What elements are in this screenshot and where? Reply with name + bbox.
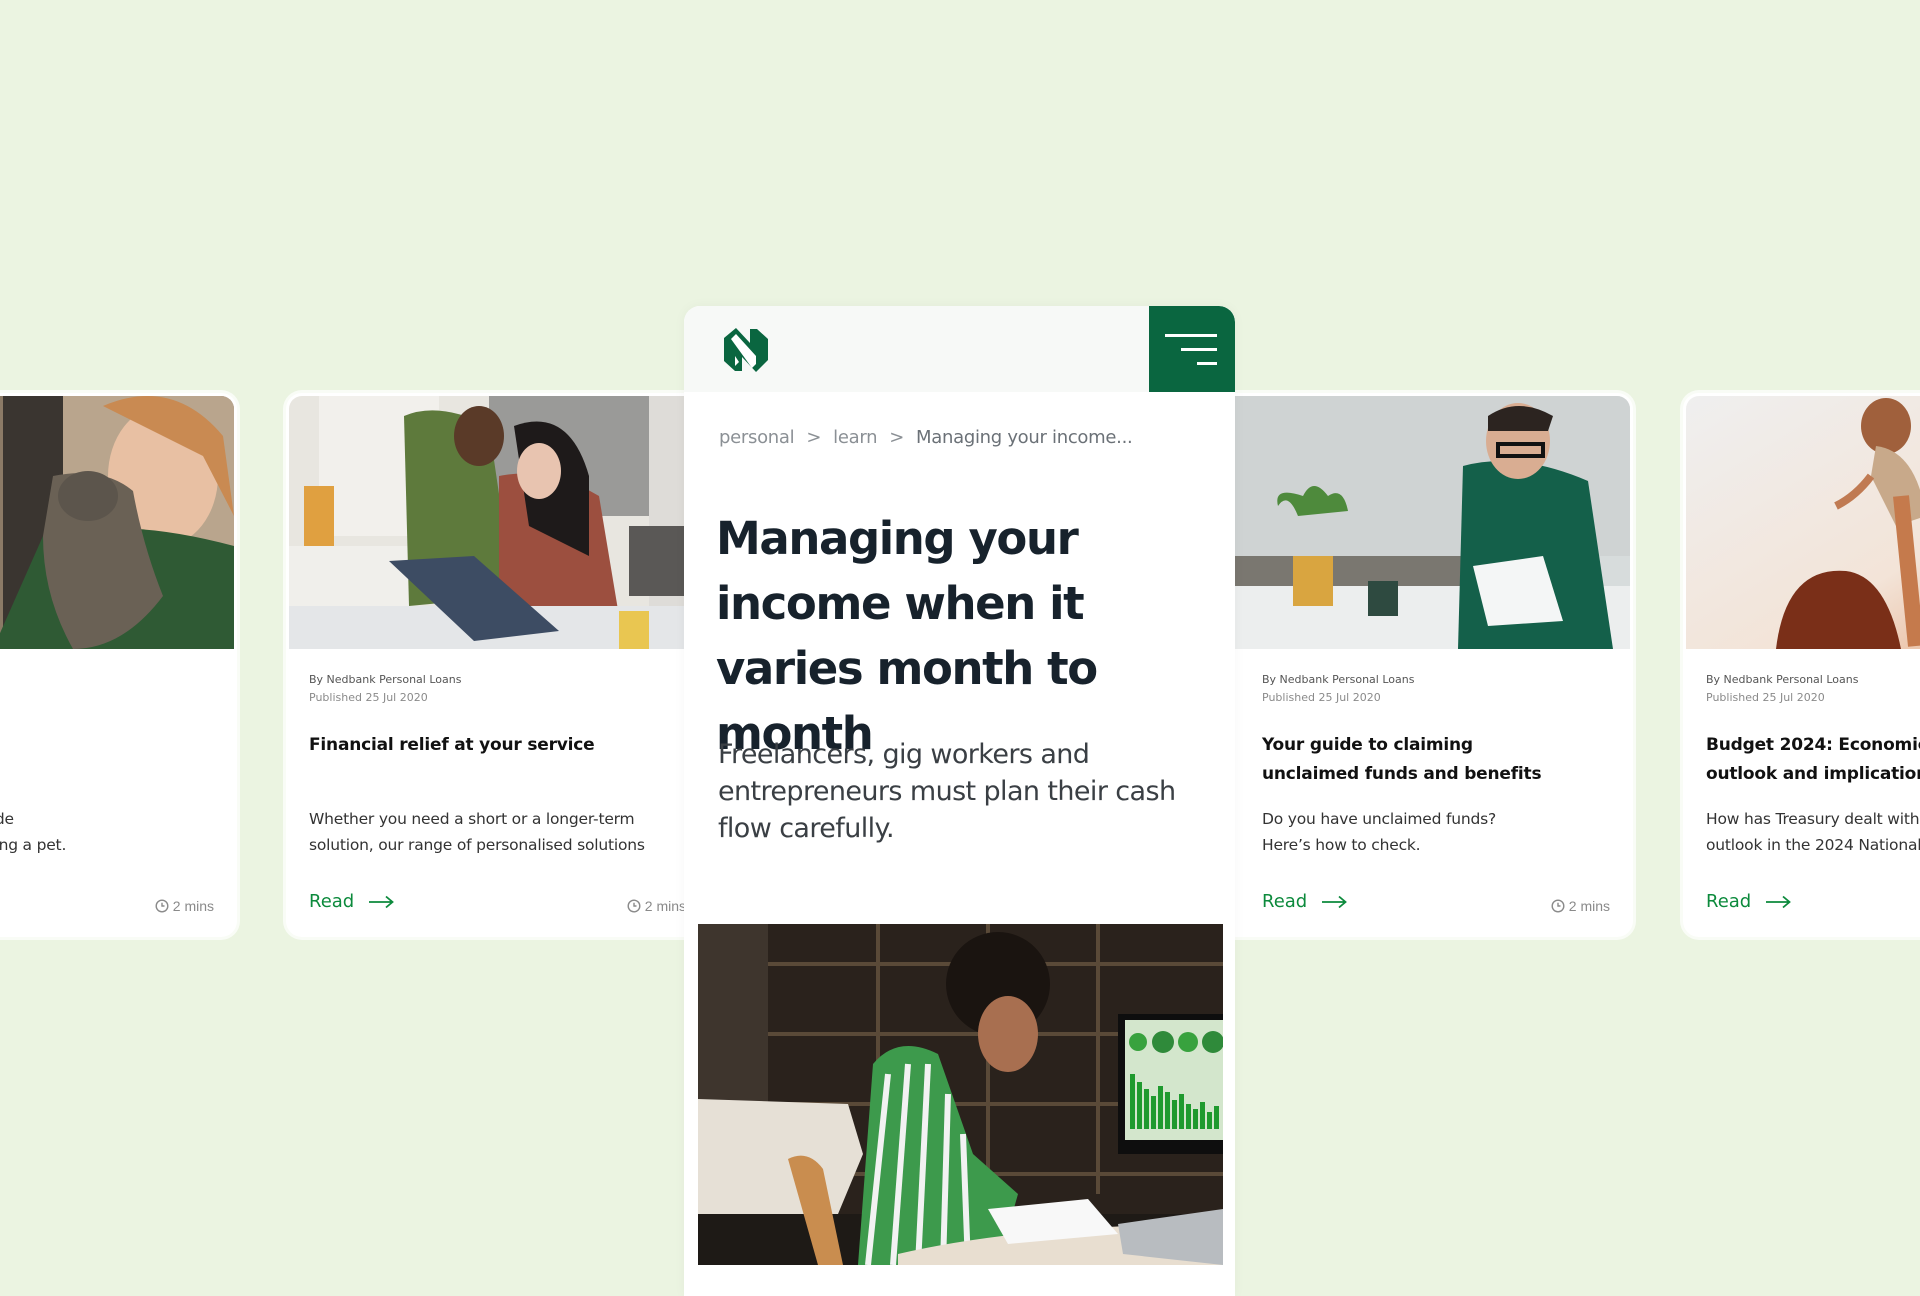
article-hero-image bbox=[698, 924, 1223, 1265]
card-title-line: Financial relief at your service bbox=[309, 735, 595, 755]
hamburger-menu-icon bbox=[1165, 334, 1217, 337]
card-description-line: solution, our range of personalised solu… bbox=[309, 836, 645, 854]
read-time-label: 2 mins bbox=[1568, 898, 1610, 914]
card-image-man-documents bbox=[1218, 396, 1630, 649]
card-image-mother-child bbox=[1686, 396, 1920, 649]
card-image-couple-laptop bbox=[289, 396, 703, 649]
card-title: How to account for pet healthcare bbox=[0, 731, 214, 789]
article-lede: Freelancers, gig workers and entrepreneu… bbox=[718, 739, 1176, 844]
site-header bbox=[684, 306, 1235, 392]
arrow-right-icon bbox=[1766, 895, 1792, 908]
clock-icon bbox=[155, 899, 169, 913]
breadcrumb: personal > learn > Managing your income.… bbox=[719, 427, 1133, 448]
article-title: Managing your income when it varies mont… bbox=[716, 512, 1098, 760]
read-link[interactable]: Read bbox=[309, 891, 395, 912]
card-description-line: Here’s how to check. bbox=[1262, 836, 1421, 854]
breadcrumb-separator: > bbox=[806, 427, 822, 448]
card-published-date: Published 25 Jul 2020 bbox=[0, 691, 214, 704]
read-time: 2 mins bbox=[155, 898, 214, 914]
card-image-woman-cat bbox=[0, 396, 234, 649]
card-description-line: outlook in the 2024 National Budget? bbox=[1706, 836, 1920, 854]
read-label: Read bbox=[309, 891, 355, 912]
nedbank-logo-icon[interactable] bbox=[722, 326, 770, 374]
card-title: Your guide to claiming unclaimed funds a… bbox=[1262, 731, 1610, 789]
read-time: 2 mins bbox=[627, 898, 686, 914]
card-title: Financial relief at your service bbox=[309, 731, 683, 789]
card-byline: By Nedbank Personal Loans bbox=[0, 673, 214, 686]
card-description: How has Treasury dealt with the economic… bbox=[1706, 806, 1920, 858]
clock-icon bbox=[1551, 899, 1565, 913]
breadcrumb-separator: > bbox=[889, 427, 905, 448]
clock-icon bbox=[627, 899, 641, 913]
card-description: Whether you need a short or a longer-ter… bbox=[309, 806, 683, 858]
card-title-line: Your guide to claiming bbox=[1262, 735, 1473, 755]
card-published-date: Published 25 Jul 2020 bbox=[1262, 691, 1381, 704]
card-title-line: pet healthcare bbox=[0, 760, 214, 789]
read-link[interactable]: Read bbox=[1706, 891, 1792, 912]
article-card-budget-2024[interactable]: By Nedbank Personal Loans Published 25 J… bbox=[1683, 393, 1920, 937]
card-byline: By Nedbank Personal Loans bbox=[1706, 673, 1859, 686]
arrow-right-icon bbox=[1322, 895, 1348, 908]
card-title-line: How to account for bbox=[0, 731, 214, 760]
card-published-date: Published 25 Jul 2020 bbox=[1706, 691, 1825, 704]
hamburger-menu-icon bbox=[1181, 348, 1217, 351]
breadcrumb-personal[interactable]: personal bbox=[719, 427, 795, 448]
arrow-right-icon bbox=[369, 895, 395, 908]
card-title: Budget 2024: Economic outlook and implic… bbox=[1706, 731, 1920, 789]
read-time-label: 2 mins bbox=[644, 898, 686, 914]
card-title-line: unclaimed funds and benefits bbox=[1262, 764, 1542, 784]
card-description-line: Whether you need a short or a longer-ter… bbox=[309, 810, 635, 828]
read-time: 2 mins bbox=[1551, 898, 1610, 914]
read-link[interactable]: Read bbox=[1262, 891, 1348, 912]
article-card-financial-relief[interactable]: By Nedbank Personal Loans Published 25 J… bbox=[286, 393, 706, 937]
article-card-unclaimed-funds[interactable]: By Nedbank Personal Loans Published 25 J… bbox=[1215, 393, 1633, 937]
card-description-line: Do you have unclaimed funds? bbox=[1262, 810, 1497, 828]
breadcrumb-learn[interactable]: learn bbox=[833, 427, 877, 448]
read-label: Read bbox=[1706, 891, 1752, 912]
card-description: Do you have unclaimed funds? Here’s how … bbox=[1262, 806, 1610, 858]
breadcrumb-current: Managing your income... bbox=[916, 427, 1133, 448]
card-description-line: Financial planning should include bbox=[0, 810, 14, 828]
card-description-line: How has Treasury dealt with the economic bbox=[1706, 810, 1920, 828]
card-byline: By Nedbank Personal Loans bbox=[1262, 673, 1415, 686]
hamburger-menu-icon bbox=[1197, 362, 1217, 365]
card-title-line: Budget 2024: Economic bbox=[1706, 735, 1920, 755]
card-published-date: Published 25 Jul 2020 bbox=[309, 691, 428, 704]
card-byline: By Nedbank Personal Loans bbox=[309, 673, 462, 686]
card-description: Financial planning should include budget… bbox=[0, 806, 214, 858]
card-title-line: outlook and implications bbox=[1706, 764, 1920, 784]
article-panel: personal > learn > Managing your income.… bbox=[684, 306, 1235, 1296]
read-label: Read bbox=[1262, 891, 1308, 912]
card-description-line: budgeting for the costs of owning a pet. bbox=[0, 836, 67, 854]
menu-button[interactable] bbox=[1149, 306, 1235, 392]
article-card-pet-healthcare[interactable]: By Nedbank Personal Loans Published 25 J… bbox=[0, 393, 237, 937]
read-time-label: 2 mins bbox=[172, 898, 214, 914]
